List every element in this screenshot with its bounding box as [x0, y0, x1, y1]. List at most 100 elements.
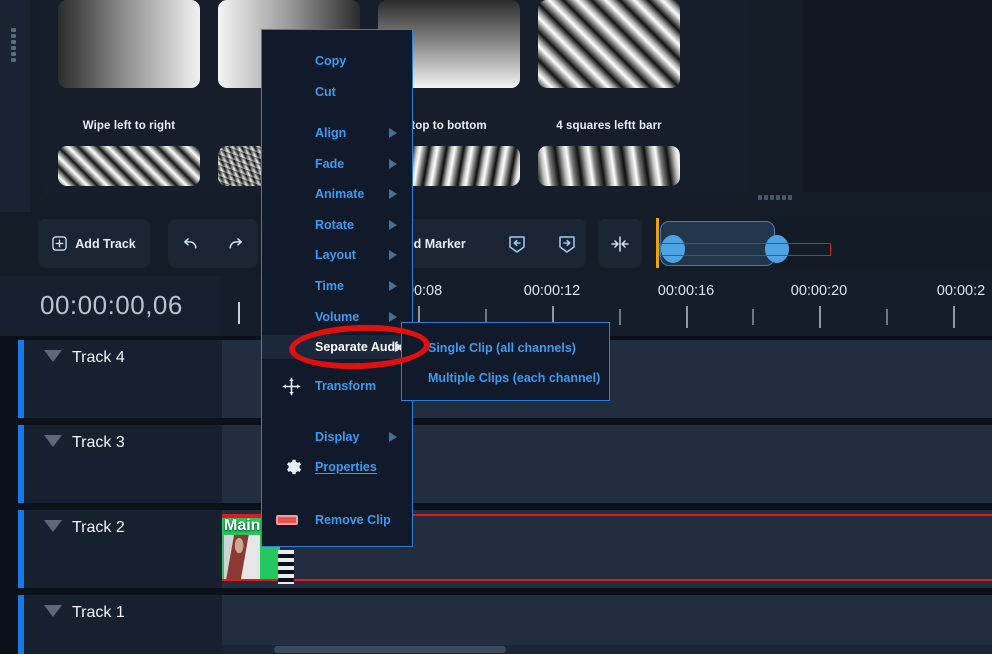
ruler-label: 00:00:20: [790, 283, 848, 299]
context-menu-label: Volume: [315, 310, 360, 324]
transition-label: 4 squares leftt barr: [556, 120, 662, 132]
gear-icon: [282, 456, 304, 478]
preview-panel: [803, 0, 992, 192]
transition-label: Wipe left to right: [82, 120, 176, 132]
context-menu-label: Cut: [315, 85, 336, 99]
remove-clip-icon: [276, 515, 298, 525]
context-menu-item-display[interactable]: Display: [262, 425, 414, 449]
split-clip-icon: [610, 235, 630, 253]
context-menu-item-cut[interactable]: Cut: [262, 80, 414, 104]
chevron-right-icon: [389, 220, 397, 230]
submenu-label: Multiple Clips (each channel): [428, 371, 601, 385]
context-menu-label: Remove Clip: [315, 513, 391, 527]
add-track-button[interactable]: Add Track: [38, 219, 150, 268]
plus-square-icon: [52, 236, 67, 251]
add-marker-label: dd Marker: [406, 236, 466, 251]
chevron-right-icon: [389, 250, 397, 260]
move-arrows-icon: [282, 377, 301, 396]
track-row-3[interactable]: Track 3: [0, 425, 992, 503]
context-menu-label: Display: [315, 430, 360, 444]
transition-thumb-diagonal-bars[interactable]: [58, 146, 200, 186]
chevron-down-icon[interactable]: [44, 435, 62, 447]
ruler-tick-major: [953, 306, 955, 328]
chevron-down-icon[interactable]: [44, 520, 62, 532]
submenu-item-multiple-clips[interactable]: Multiple Clips (each channel): [402, 366, 611, 390]
ruler-label: 00:00:2: [936, 283, 986, 299]
track-label: Track 4: [72, 349, 125, 366]
panel-resize-grip-horizontal-icon[interactable]: [758, 195, 792, 200]
chevron-right-icon: [389, 281, 397, 291]
context-menu-item-separate-audio[interactable]: Separate Audio: [262, 335, 414, 359]
redo-arrow-icon[interactable]: [226, 234, 245, 253]
context-menu-label: Rotate: [315, 218, 354, 232]
ruler-tick-major: [819, 306, 821, 328]
context-menu-item-volume[interactable]: Volume: [262, 305, 414, 329]
track-header-1[interactable]: Track 1: [24, 595, 222, 654]
video-editor-window: Circle in to out Circle out to in Fade W…: [0, 0, 992, 654]
transition-thumb-4-squares[interactable]: [538, 0, 680, 88]
context-menu-item-time[interactable]: Time: [262, 274, 414, 298]
context-menu-item-layout[interactable]: Layout: [262, 243, 414, 267]
context-menu-label: Animate: [315, 187, 365, 201]
context-menu-item-align[interactable]: Align: [262, 121, 414, 145]
transition-thumb-perspective-dots[interactable]: [538, 146, 680, 186]
clip-selection-line-bottom: [222, 579, 992, 581]
clip-thumbnail: [224, 535, 260, 579]
track-label: Track 1: [72, 604, 125, 621]
chevron-down-icon[interactable]: [44, 350, 62, 362]
context-menu-item-rotate[interactable]: Rotate: [262, 213, 414, 237]
track-header-2[interactable]: Track 2: [24, 510, 222, 588]
context-menu-label: Transform: [315, 379, 377, 393]
panel-resize-grip-icon[interactable]: [11, 28, 16, 62]
context-menu-label: Separate Audio: [315, 340, 407, 354]
separate-audio-submenu: Single Clip (all channels) Multiple Clip…: [401, 322, 610, 401]
ruler-tick-minor: [752, 309, 754, 325]
timeline-scrollbar-thumb[interactable]: [274, 646, 506, 653]
timecode-cursor-caret: [238, 302, 240, 324]
undo-redo-group: [168, 219, 258, 268]
context-menu-item-animate[interactable]: Animate: [262, 182, 414, 206]
context-menu-item-transform[interactable]: Transform: [262, 374, 414, 398]
context-menu-label: Properties: [315, 460, 377, 474]
ruler-label: 00:00:12: [523, 283, 581, 299]
context-menu-label: Fade: [315, 157, 345, 171]
clip-audio-waveform: [278, 550, 294, 584]
scrubber-selection-annotation: [659, 243, 831, 256]
left-panel-gutter: [0, 0, 30, 215]
submenu-item-single-clip[interactable]: Single Clip (all channels): [402, 336, 611, 360]
current-timecode: 00:00:00,06: [40, 290, 183, 320]
context-menu-item-properties[interactable]: Properties: [262, 455, 414, 479]
context-menu-item-fade[interactable]: Fade: [262, 152, 414, 176]
clip-context-menu: Copy Cut Align Fade Animate Rotate Layou…: [261, 29, 414, 547]
timeline-zoom-scrubber[interactable]: [655, 216, 992, 269]
chevron-down-icon[interactable]: [44, 605, 62, 617]
context-menu-item-remove-clip[interactable]: Remove Clip: [262, 508, 414, 532]
ruler-tick-minor: [886, 309, 888, 325]
undo-arrow-icon[interactable]: [181, 234, 200, 253]
timecode-display-area: 00:00:00,06: [0, 276, 222, 336]
context-menu-label: Align: [315, 126, 347, 140]
chevron-right-icon: [389, 128, 397, 138]
context-menu-item-copy[interactable]: Copy: [262, 49, 414, 73]
context-menu-label: Layout: [315, 248, 356, 262]
ruler-tick-major: [686, 306, 688, 328]
track-row-2[interactable]: Track 2 Main: [0, 510, 992, 588]
chevron-right-icon: [389, 432, 397, 442]
context-menu-label: Copy: [315, 54, 347, 68]
ruler-tick-minor: [619, 309, 621, 325]
track-header-3[interactable]: Track 3: [24, 425, 222, 503]
marker-next-icon[interactable]: [556, 233, 578, 255]
track-label: Track 3: [72, 434, 125, 451]
clip-title: Main: [224, 517, 261, 534]
chevron-right-icon: [389, 312, 397, 322]
chevron-right-icon: [389, 189, 397, 199]
context-menu-label: Time: [315, 279, 344, 293]
submenu-label: Single Clip (all channels): [428, 341, 576, 355]
transition-thumb-wipe-left-to-right[interactable]: [58, 0, 200, 88]
add-track-label: Add Track: [75, 236, 136, 251]
split-clip-button[interactable]: [598, 219, 642, 268]
marker-previous-icon[interactable]: [506, 233, 528, 255]
track-header-4[interactable]: Track 4: [24, 340, 222, 418]
chevron-right-icon: [389, 159, 397, 169]
ruler-label: 00:00:16: [657, 283, 715, 299]
